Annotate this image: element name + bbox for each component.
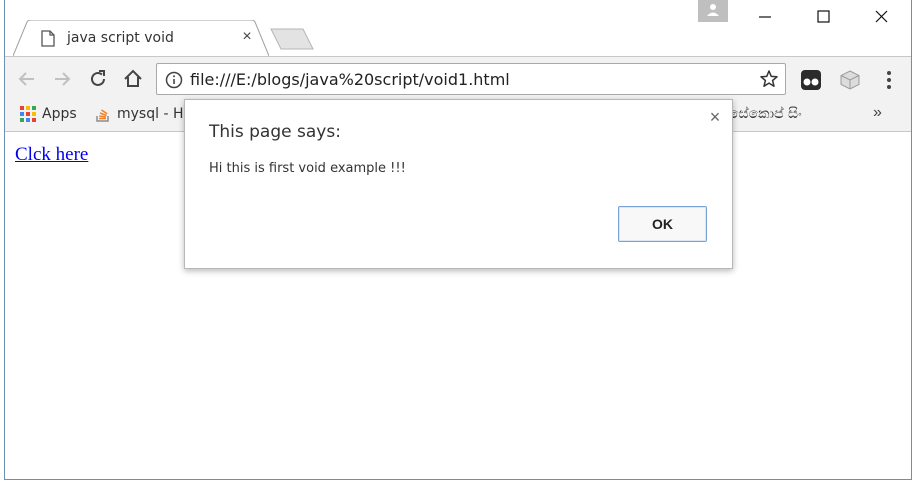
home-icon xyxy=(124,69,142,87)
arrow-left-icon xyxy=(18,72,34,86)
window-close-button[interactable] xyxy=(861,4,901,30)
extension-icon-cube[interactable] xyxy=(839,69,861,91)
vertical-dots-icon[interactable] xyxy=(883,69,895,91)
maximize-button[interactable] xyxy=(803,4,843,30)
info-icon[interactable] xyxy=(165,71,183,89)
arrow-right-icon xyxy=(55,72,71,86)
alert-dialog: This page says: × Hi this is first void … xyxy=(184,99,733,269)
dialog-title: This page says: xyxy=(209,122,341,142)
tab-active[interactable]: java script void × xyxy=(13,20,269,56)
bookmark-mysql[interactable]: mysql - H xyxy=(95,106,183,126)
bookmark-sinhala[interactable]: සේකොප් සිං xyxy=(729,106,802,126)
home-button[interactable] xyxy=(121,67,145,91)
new-tab-button[interactable] xyxy=(269,28,315,50)
back-button[interactable] xyxy=(15,67,39,91)
ok-button[interactable]: OK xyxy=(618,206,707,242)
minimize-icon xyxy=(759,16,771,18)
page-icon xyxy=(41,30,57,48)
dialog-close-icon[interactable]: × xyxy=(706,108,724,126)
url-text[interactable]: file:///E:/blogs/java%20script/void1.htm… xyxy=(190,70,510,89)
click-here-link[interactable]: Clck here xyxy=(15,144,88,166)
person-icon xyxy=(707,4,719,16)
extension-icon-tampermonkey[interactable] xyxy=(800,69,822,91)
close-icon xyxy=(875,10,888,23)
minimize-button[interactable] xyxy=(745,4,785,30)
bookmark-apps[interactable]: Apps xyxy=(20,106,77,126)
tab-title: java script void xyxy=(67,30,174,46)
reload-button[interactable] xyxy=(86,67,110,91)
bookmark-apps-label: Apps xyxy=(42,106,77,122)
tab-close-icon[interactable]: × xyxy=(239,28,255,46)
maximize-icon xyxy=(817,10,830,23)
reload-icon xyxy=(91,70,105,86)
dialog-message: Hi this is first void example !!! xyxy=(209,161,406,176)
star-icon[interactable] xyxy=(759,69,779,89)
bookmarks-overflow-button[interactable]: » xyxy=(873,104,882,122)
apps-grid-icon xyxy=(20,106,36,122)
profile-button[interactable] xyxy=(698,0,728,22)
bookmark-mysql-label: mysql - H xyxy=(117,106,184,122)
address-bar[interactable]: file:///E:/blogs/java%20script/void1.htm… xyxy=(156,63,786,95)
stackoverflow-icon xyxy=(96,109,109,122)
forward-button[interactable] xyxy=(50,67,74,91)
toolbar: file:///E:/blogs/java%20script/void1.htm… xyxy=(5,56,911,101)
browser-window: java script void × file:///E:/blogs/java… xyxy=(0,0,920,482)
